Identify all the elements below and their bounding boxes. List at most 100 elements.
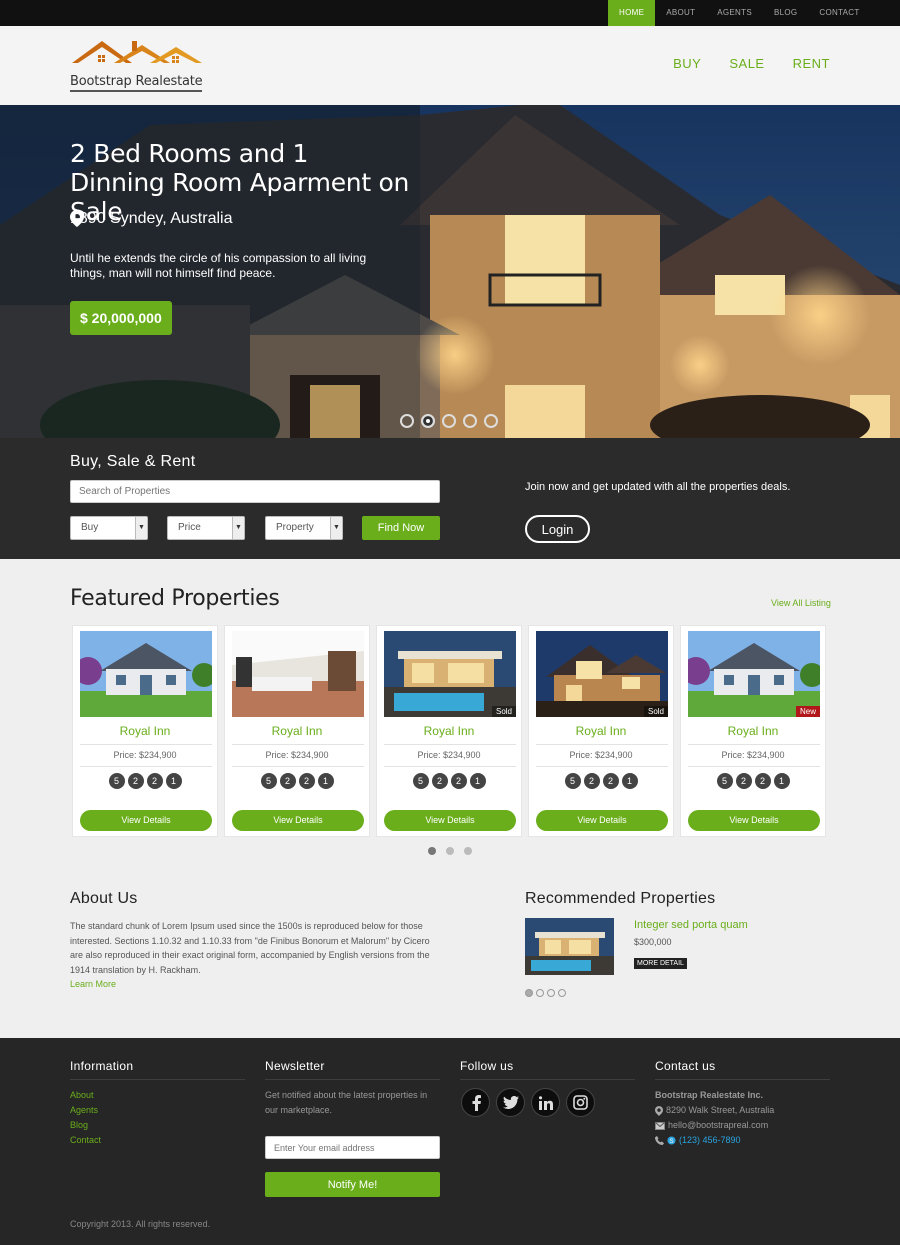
login-button[interactable]: Login <box>525 515 590 543</box>
featured-dot-active[interactable] <box>428 847 436 855</box>
recommended-dot[interactable] <box>547 989 555 997</box>
property-image[interactable] <box>232 631 364 717</box>
hero-dot[interactable] <box>442 414 456 428</box>
logo[interactable]: Bootstrap Realestate <box>70 39 204 92</box>
feature-count: 2 <box>431 773 448 789</box>
hero-dot[interactable] <box>463 414 477 428</box>
recommended-dot-active[interactable] <box>525 989 533 997</box>
property-features: 5221 <box>73 773 217 789</box>
hero-price-badge[interactable]: $ 20,000,000 <box>70 301 172 335</box>
contact-company: Bootstrap Realestate Inc. <box>655 1090 764 1100</box>
feature-count: 2 <box>583 773 600 789</box>
topnav-contact[interactable]: CONTACT <box>808 0 870 26</box>
property-image[interactable] <box>80 631 212 717</box>
recommended-name-link[interactable]: Integer sed porta quam <box>634 919 748 931</box>
view-details-button[interactable]: View Details <box>232 810 364 831</box>
property-card[interactable]: Royal Inn Price: $234,900 5221 View Deta… <box>224 625 370 837</box>
map-marker-icon <box>70 210 84 227</box>
feature-count: 1 <box>317 773 334 789</box>
property-name[interactable]: Royal Inn <box>377 724 521 738</box>
topnav-agents[interactable]: AGENTS <box>706 0 763 26</box>
feature-count: 1 <box>773 773 790 789</box>
footer-follow: Follow us <box>460 1059 635 1088</box>
property-image[interactable]: Sold <box>536 631 668 717</box>
topnav-blog[interactable]: BLOG <box>763 0 808 26</box>
property-image[interactable]: Sold <box>384 631 516 717</box>
buy-select[interactable]: Buy ▼ <box>70 516 148 540</box>
property-card[interactable]: Royal Inn Price: $234,900 5221 View Deta… <box>72 625 218 837</box>
property-card[interactable]: Sold Royal Inn Price: $234,900 5221 View… <box>376 625 522 837</box>
footer-link-contact[interactable]: Contact <box>70 1133 245 1148</box>
hero-dot-active[interactable] <box>421 414 435 428</box>
view-details-button[interactable]: View Details <box>80 810 212 831</box>
property-select[interactable]: Property ▼ <box>265 516 343 540</box>
hero-pagination <box>400 414 498 428</box>
contact-address: 8290 Walk Street, Australia <box>655 1103 830 1118</box>
topnav-home[interactable]: HOME <box>608 0 656 26</box>
search-input[interactable] <box>70 480 440 503</box>
footer-information: Information About Agents Blog Contact <box>70 1059 245 1148</box>
view-details-button[interactable]: View Details <box>688 810 820 831</box>
nav-rent[interactable]: RENT <box>793 56 830 71</box>
nav-buy[interactable]: BUY <box>673 56 701 71</box>
facebook-icon[interactable] <box>461 1088 490 1117</box>
status-badge: Sold <box>491 706 516 717</box>
divider <box>232 766 364 767</box>
more-detail-button[interactable]: MORE DETAIL <box>634 958 687 969</box>
view-all-listing-link[interactable]: View All Listing <box>771 598 831 608</box>
linkedin-icon[interactable] <box>531 1088 560 1117</box>
newsletter-text: Get notified about the latest properties… <box>265 1090 428 1115</box>
topnav-about[interactable]: ABOUT <box>655 0 706 26</box>
status-badge: New <box>795 706 820 717</box>
property-image[interactable]: New <box>688 631 820 717</box>
logo-underline <box>70 90 202 92</box>
nav-sale[interactable]: SALE <box>729 56 764 71</box>
feature-count: 5 <box>564 773 581 789</box>
footer-newsletter-title: Newsletter <box>265 1059 440 1080</box>
footer-link-blog[interactable]: Blog <box>70 1118 245 1133</box>
featured-dot[interactable] <box>446 847 454 855</box>
property-card[interactable]: New Royal Inn Price: $234,900 5221 View … <box>680 625 826 837</box>
property-name[interactable]: Royal Inn <box>529 724 673 738</box>
property-features: 5221 <box>377 773 521 789</box>
status-badge: Sold <box>643 706 668 717</box>
recommended-dot[interactable] <box>558 989 566 997</box>
learn-more-link[interactable]: Learn More <box>70 979 116 989</box>
property-card[interactable]: Sold Royal Inn Price: $234,900 5221 View… <box>528 625 674 837</box>
divider <box>688 744 820 745</box>
recommended-dot[interactable] <box>536 989 544 997</box>
property-features: 5221 <box>681 773 825 789</box>
property-price: Price: $234,900 <box>265 750 329 760</box>
feature-count: 2 <box>298 773 315 789</box>
phone-icon <box>655 1136 664 1145</box>
footer-link-about[interactable]: About <box>70 1088 245 1103</box>
feature-count: 2 <box>146 773 163 789</box>
hero-description: Until he extends the circle of his compa… <box>70 251 367 280</box>
join-text: Join now and get updated with all the pr… <box>525 481 791 493</box>
featured-dot[interactable] <box>464 847 472 855</box>
header: Bootstrap Realestate BUY SALE RENT <box>0 26 900 105</box>
find-now-button[interactable]: Find Now <box>362 516 440 540</box>
feature-count: 2 <box>754 773 771 789</box>
property-name[interactable]: Royal Inn <box>225 724 369 738</box>
hero-dot[interactable] <box>400 414 414 428</box>
price-select[interactable]: Price ▼ <box>167 516 245 540</box>
property-price: Price: $234,900 <box>721 750 785 760</box>
footer-link-agents[interactable]: Agents <box>70 1103 245 1118</box>
view-details-button[interactable]: View Details <box>536 810 668 831</box>
copyright: Copyright 2013. All rights reserved. <box>70 1219 211 1229</box>
recommended-image[interactable] <box>525 918 614 975</box>
notify-me-button[interactable]: Notify Me! <box>265 1172 440 1197</box>
newsletter-email-input[interactable] <box>265 1136 440 1159</box>
hero-dot[interactable] <box>484 414 498 428</box>
twitter-icon[interactable] <box>496 1088 525 1117</box>
property-name[interactable]: Royal Inn <box>681 724 825 738</box>
instagram-icon[interactable] <box>566 1088 595 1117</box>
recommended-title: Recommended Properties <box>525 890 716 907</box>
contact-email-text[interactable]: hello@bootstrapreal.com <box>668 1118 768 1133</box>
top-nav: HOME ABOUT AGENTS BLOG CONTACT <box>608 0 871 26</box>
property-name[interactable]: Royal Inn <box>73 724 217 738</box>
contact-phone-text[interactable]: (123) 456-7890 <box>679 1133 741 1148</box>
view-details-button[interactable]: View Details <box>384 810 516 831</box>
featured-title: Featured Properties <box>70 586 280 611</box>
